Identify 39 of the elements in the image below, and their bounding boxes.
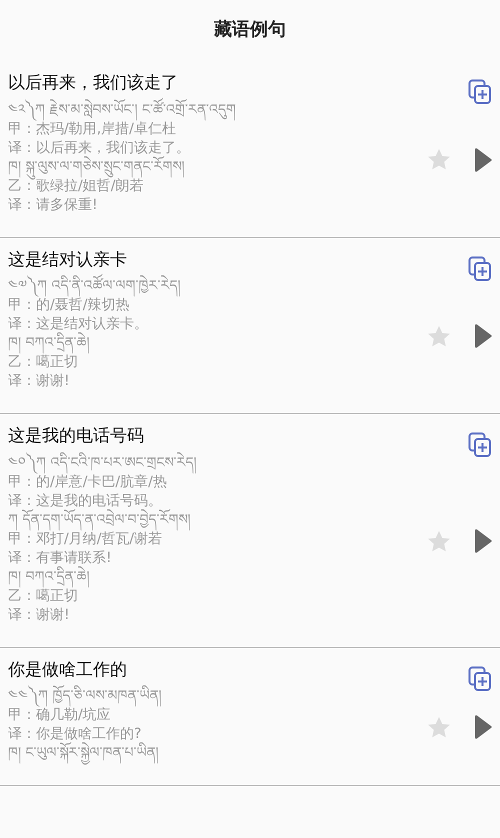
- play-icon[interactable]: [475, 146, 492, 173]
- star-icon[interactable]: [427, 530, 451, 553]
- dialogue-line: ༤༠༽ཀ འདི་ངའི་ཁ་པར་ཨང་གྲངས་རེད།: [8, 454, 432, 472]
- dialogue-line: 译：这是我的电话号码。: [8, 492, 163, 509]
- star-icon[interactable]: [427, 716, 451, 739]
- dialogue-line: ༤༢༽ཀ རྗེས་མ་སླེབས་ཡོང་། ང་ཚོ་འགྲོ་རན་འདུག: [8, 100, 432, 120]
- dialogue-line: 甲：杰玛/勒用,岸措/卓仁杜: [8, 120, 177, 138]
- sentence-title: 这是我的电话号码: [8, 425, 145, 448]
- copy-add-icon[interactable]: [468, 256, 492, 282]
- copy-add-icon[interactable]: [468, 666, 492, 692]
- dialogue-line: 译：这是结对认亲卡。: [8, 315, 149, 332]
- dialogue-line: 译：请多保重!: [8, 196, 99, 214]
- sentence-title: 这是结对认亲卡: [8, 248, 128, 272]
- dialogue-line: 译：谢谢!: [8, 372, 71, 391]
- star-icon[interactable]: [427, 148, 451, 172]
- dialogue-line: 甲：的/岸意/卡巴/肮章/热: [8, 474, 168, 492]
- dialogue-line: 乙：噶正切: [8, 354, 79, 372]
- dialogue-line: ཁ། བཀའ་དྲིན་ཆེ།: [8, 334, 432, 353]
- dialogue-line: 甲：邓打/月纳/哲瓦/谢若: [8, 530, 164, 548]
- sentence-title: 你是做啥工作的: [8, 658, 128, 682]
- dialogue-line: ཁ། བཀའ་དྲིན་ཆེ།: [8, 568, 432, 586]
- dialogue-line: ཁ། ང་ཡུལ་སྐོར་སྐྱེལ་ཁན་པ་ཡིན།: [8, 744, 432, 763]
- dialogue-line: ཀ དོན་དག་ཡོད་ན་འབྲེལ་བ་བྱེད་རོགས།: [8, 510, 432, 530]
- dialogue-line: 译：谢谢!: [8, 606, 71, 624]
- sentence-title: 以后再来，我们该走了: [8, 72, 179, 95]
- dialogue-line: ༤༤༽ཀ ཁྱོད་ཅི་ལས་མཁན་ཡིན།: [8, 687, 432, 706]
- dialogue-line: 甲：确几勒/坑应: [8, 706, 112, 725]
- play-icon[interactable]: [475, 714, 492, 740]
- page-title: 藏语例句: [212, 18, 287, 42]
- copy-add-icon[interactable]: [468, 432, 492, 458]
- dialogue-line: 译：以后再来，我们该走了。: [8, 138, 191, 156]
- dialogue-line: 甲：的/聂哲/辣切热: [8, 296, 130, 315]
- copy-add-icon[interactable]: [468, 79, 492, 105]
- dialogue-line: 译：你是做啥工作的?: [8, 725, 142, 742]
- dialogue-line: 乙：噶正切: [8, 588, 79, 606]
- star-icon[interactable]: [427, 324, 451, 348]
- play-icon[interactable]: [475, 323, 492, 350]
- dialogue-line: 译：有事请联系!: [8, 548, 113, 566]
- play-icon[interactable]: [475, 528, 492, 554]
